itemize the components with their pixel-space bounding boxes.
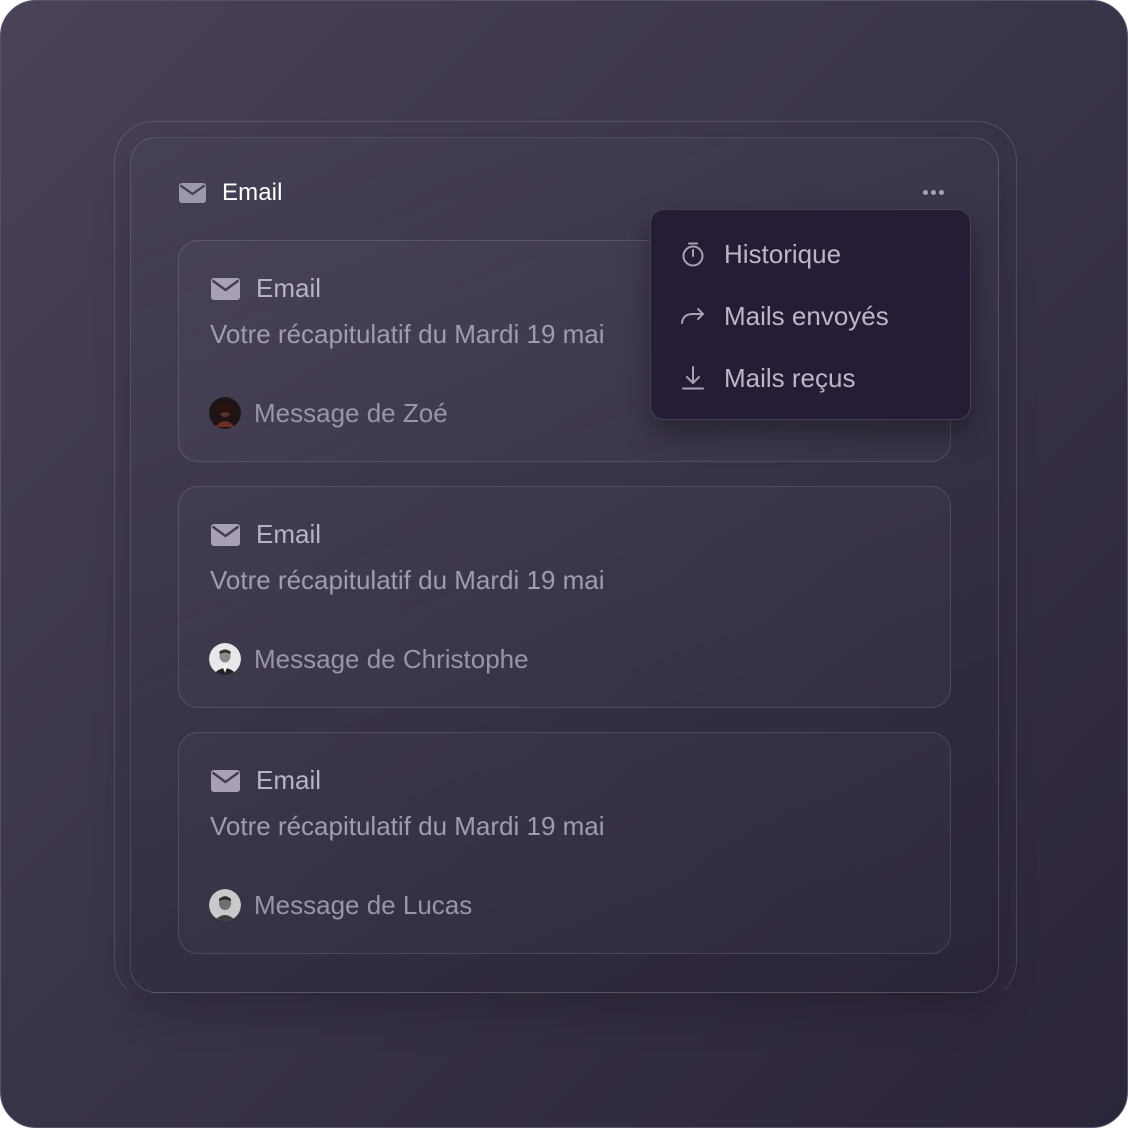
- menu-label: Historique: [724, 238, 842, 269]
- mail-icon: [211, 277, 240, 300]
- download-icon: [682, 366, 704, 390]
- forward-arrow-icon: [681, 308, 704, 324]
- avatar-zoe: [209, 397, 241, 429]
- menu-label: Mails reçus: [724, 362, 856, 393]
- card-sender: Message de Zoé: [209, 397, 448, 429]
- menu-label: Mails envoyés: [724, 300, 889, 331]
- avatar-lucas: [209, 889, 241, 921]
- email-card[interactable]: Email Votre récapitulatif du Mardi 19 ma…: [178, 732, 951, 954]
- options-dropdown-menu: Historique Mails envoyés Mails reçus: [650, 209, 971, 420]
- email-card[interactable]: Email Votre récapitulatif du Mardi 19 ma…: [178, 486, 951, 708]
- panel-title: Email: [222, 179, 283, 206]
- sender-name: Message de Zoé: [254, 397, 448, 428]
- sender-name: Message de Christophe: [254, 643, 529, 674]
- card-label: Email: [256, 765, 322, 795]
- app-background: Email Email Votre récapitulatif du Mardi…: [0, 0, 1128, 1128]
- mail-icon: [179, 183, 206, 203]
- mail-icon: [211, 523, 240, 546]
- menu-item-mails-recus[interactable]: Mails reçus: [679, 358, 855, 398]
- mail-icon: [211, 769, 240, 792]
- card-subject: Votre récapitulatif du Mardi 19 mai: [210, 811, 605, 841]
- card-header: Email: [211, 273, 321, 304]
- more-horizontal-icon: [922, 189, 928, 195]
- menu-item-mails-envoyes[interactable]: Mails envoyés: [679, 296, 889, 336]
- card-label: Email: [256, 519, 322, 549]
- card-sender: Message de Christophe: [209, 643, 529, 675]
- panel-header: Email: [179, 178, 283, 208]
- card-header: Email: [211, 765, 321, 796]
- card-header: Email: [211, 519, 321, 550]
- card-sender: Message de Lucas: [209, 889, 472, 921]
- card-subject: Votre récapitulatif du Mardi 19 mai: [210, 319, 605, 349]
- avatar-christophe: [209, 643, 241, 675]
- stopwatch-icon: [682, 242, 704, 267]
- card-label: Email: [256, 273, 322, 303]
- menu-item-historique[interactable]: Historique: [679, 234, 841, 274]
- more-options-button[interactable]: [917, 182, 949, 202]
- sender-name: Message de Lucas: [254, 889, 473, 920]
- card-subject: Votre récapitulatif du Mardi 19 mai: [210, 565, 605, 595]
